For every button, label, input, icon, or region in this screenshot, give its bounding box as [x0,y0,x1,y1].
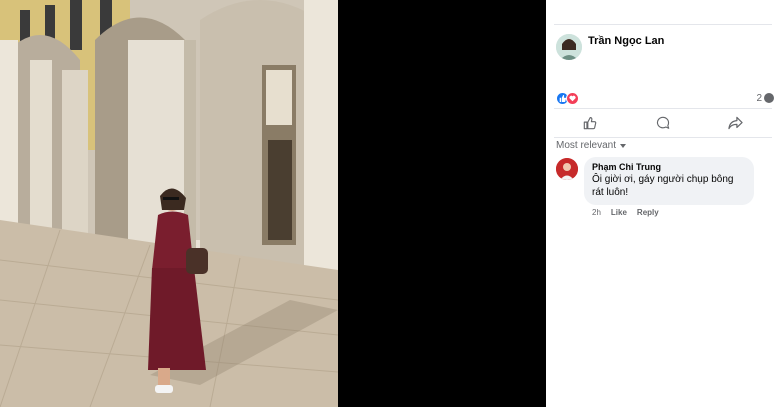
top-divider [554,24,772,25]
photo-viewer[interactable] [0,0,546,407]
like-icon [584,117,597,130]
comment-count-value: 2 [756,92,762,104]
comment-icon [656,116,670,129]
post-photo[interactable] [0,0,338,407]
chevron-down-icon [620,143,627,148]
comment-sort-dropdown[interactable]: Most relevant [556,140,627,151]
comment-count[interactable]: 2 [756,93,774,104]
comment-time[interactable]: 2h [592,208,601,217]
commenter-avatar[interactable] [556,158,578,180]
reaction-summary[interactable] [556,91,579,105]
share-icon [728,116,743,130]
post-author[interactable]: Trần Ngọc Lan [556,34,664,60]
comment-item: Phạm Chi Trung Ôi giời ơi, gáy người chụ… [556,157,754,217]
author-name[interactable]: Trần Ngọc Lan [588,35,664,47]
actions-top-divider [554,108,772,109]
comment-bubble: Phạm Chi Trung Ôi giời ơi, gáy người chụ… [584,157,754,205]
heart-reaction-icon [566,91,579,105]
actions-bottom-divider [554,137,772,138]
comment-reply-link[interactable]: Reply [637,208,659,217]
post-actions [554,110,772,136]
comment-like-link[interactable]: Like [611,208,627,217]
post-side-panel: Trần Ngọc Lan 2 Most relevant Phạm Chi T… [546,0,780,407]
author-avatar[interactable] [556,34,582,60]
comment-meta: 2h Like Reply [592,208,754,217]
share-button[interactable] [706,111,766,135]
photo-illustration [0,0,338,407]
commenter-name[interactable]: Phạm Chi Trung [592,162,744,172]
sort-label: Most relevant [556,140,617,151]
comment-button[interactable] [633,111,693,135]
reactions-row: 2 [556,90,774,106]
comment-bubble-icon [764,93,774,103]
comment-text: Ôi giời ơi, gáy người chụp bông rát luôn… [592,174,734,198]
like-button[interactable] [560,111,620,135]
comment-body: Phạm Chi Trung Ôi giời ơi, gáy người chụ… [584,157,754,217]
